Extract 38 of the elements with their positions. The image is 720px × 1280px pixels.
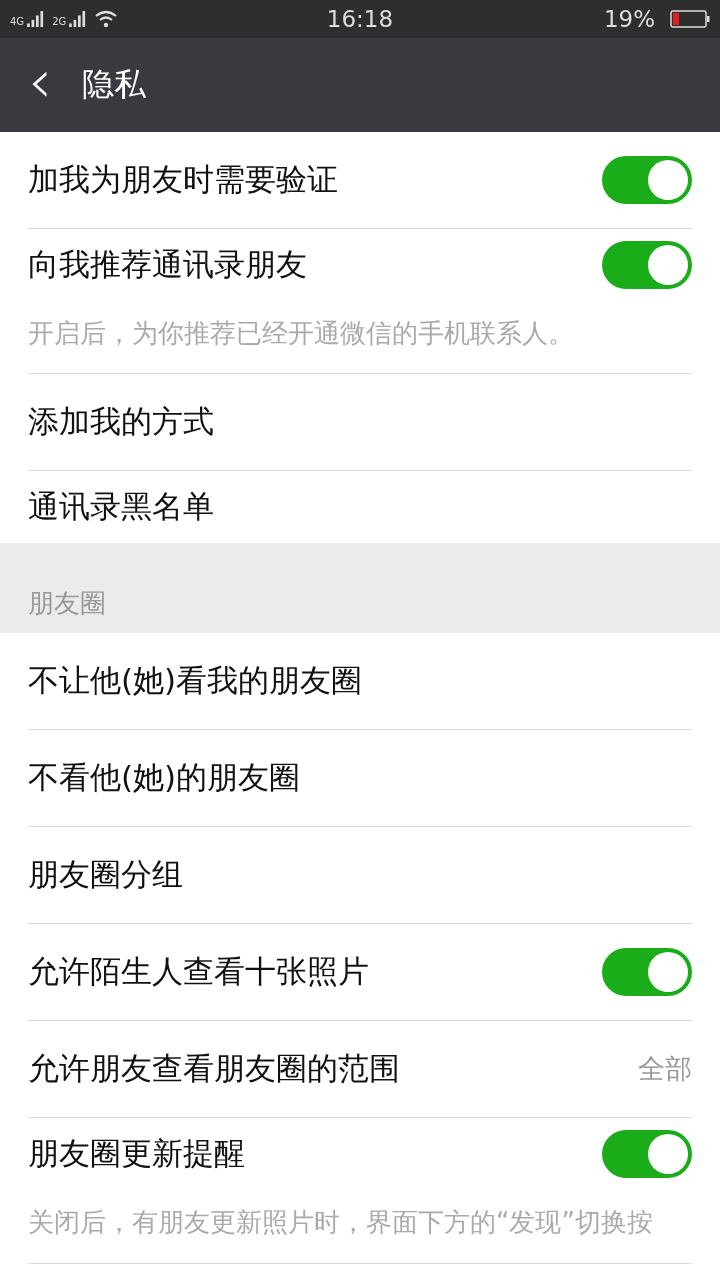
network-label: 2G: [52, 16, 67, 27]
toggle-switch[interactable]: [602, 1130, 692, 1179]
settings-row[interactable]: 不让他(她)看我的朋友圈: [28, 633, 692, 731]
row-label: 添加我的方式: [28, 402, 215, 442]
wifi-icon: [94, 10, 119, 28]
row-label: 允许陌生人查看十张照片: [28, 952, 370, 992]
section-title: 朋友圈: [28, 587, 106, 621]
row-label: 朋友圈分组: [28, 855, 184, 895]
toggle-switch[interactable]: [602, 241, 692, 289]
row-label: 通讯录黑名单: [28, 487, 215, 527]
settings-row[interactable]: 向我推荐通讯录朋友: [28, 229, 692, 301]
settings-row[interactable]: 朋友圈分组: [28, 827, 692, 925]
settings-row[interactable]: 加我为朋友时需要验证: [28, 132, 692, 229]
status-time: 16:18: [326, 6, 394, 32]
network-label: 4G: [10, 16, 25, 27]
settings-row[interactable]: 允许朋友查看朋友圈的范围 全部: [28, 1021, 692, 1119]
settings-row[interactable]: 不看他(她)的朋友圈: [28, 730, 692, 828]
signal-icon: [69, 11, 88, 27]
row-label: 向我推荐通讯录朋友: [28, 245, 308, 284]
page-title: 隐私: [82, 64, 146, 105]
settings-row[interactable]: 添加我的方式: [28, 374, 692, 472]
row-label: 不让他(她)看我的朋友圈: [28, 661, 364, 701]
settings-row[interactable]: 通讯录黑名单: [28, 471, 692, 544]
battery-icon: [670, 10, 710, 28]
hint-text: 开启后，为你推荐已经开通微信的手机联系人。: [28, 301, 692, 375]
battery-percent: 19%: [603, 6, 655, 32]
settings-row[interactable]: 允许陌生人查看十张照片: [28, 924, 692, 1022]
toggle-switch[interactable]: [602, 948, 692, 997]
signal-icon: [27, 11, 46, 27]
row-label: 朋友圈更新提醒: [28, 1134, 246, 1174]
hint-text: 关闭后，有朋友更新照片时，界面下方的“发现”切换按: [28, 1190, 692, 1264]
row-value: 全部: [638, 1052, 692, 1087]
settings-row[interactable]: 朋友圈更新提醒: [28, 1118, 692, 1191]
row-label: 允许朋友查看朋友圈的范围: [28, 1049, 401, 1089]
row-label: 不看他(她)的朋友圈: [28, 758, 302, 798]
toggle-switch[interactable]: [602, 156, 692, 204]
back-button[interactable]: ‹: [20, 51, 60, 119]
row-label: 加我为朋友时需要验证: [28, 160, 339, 199]
